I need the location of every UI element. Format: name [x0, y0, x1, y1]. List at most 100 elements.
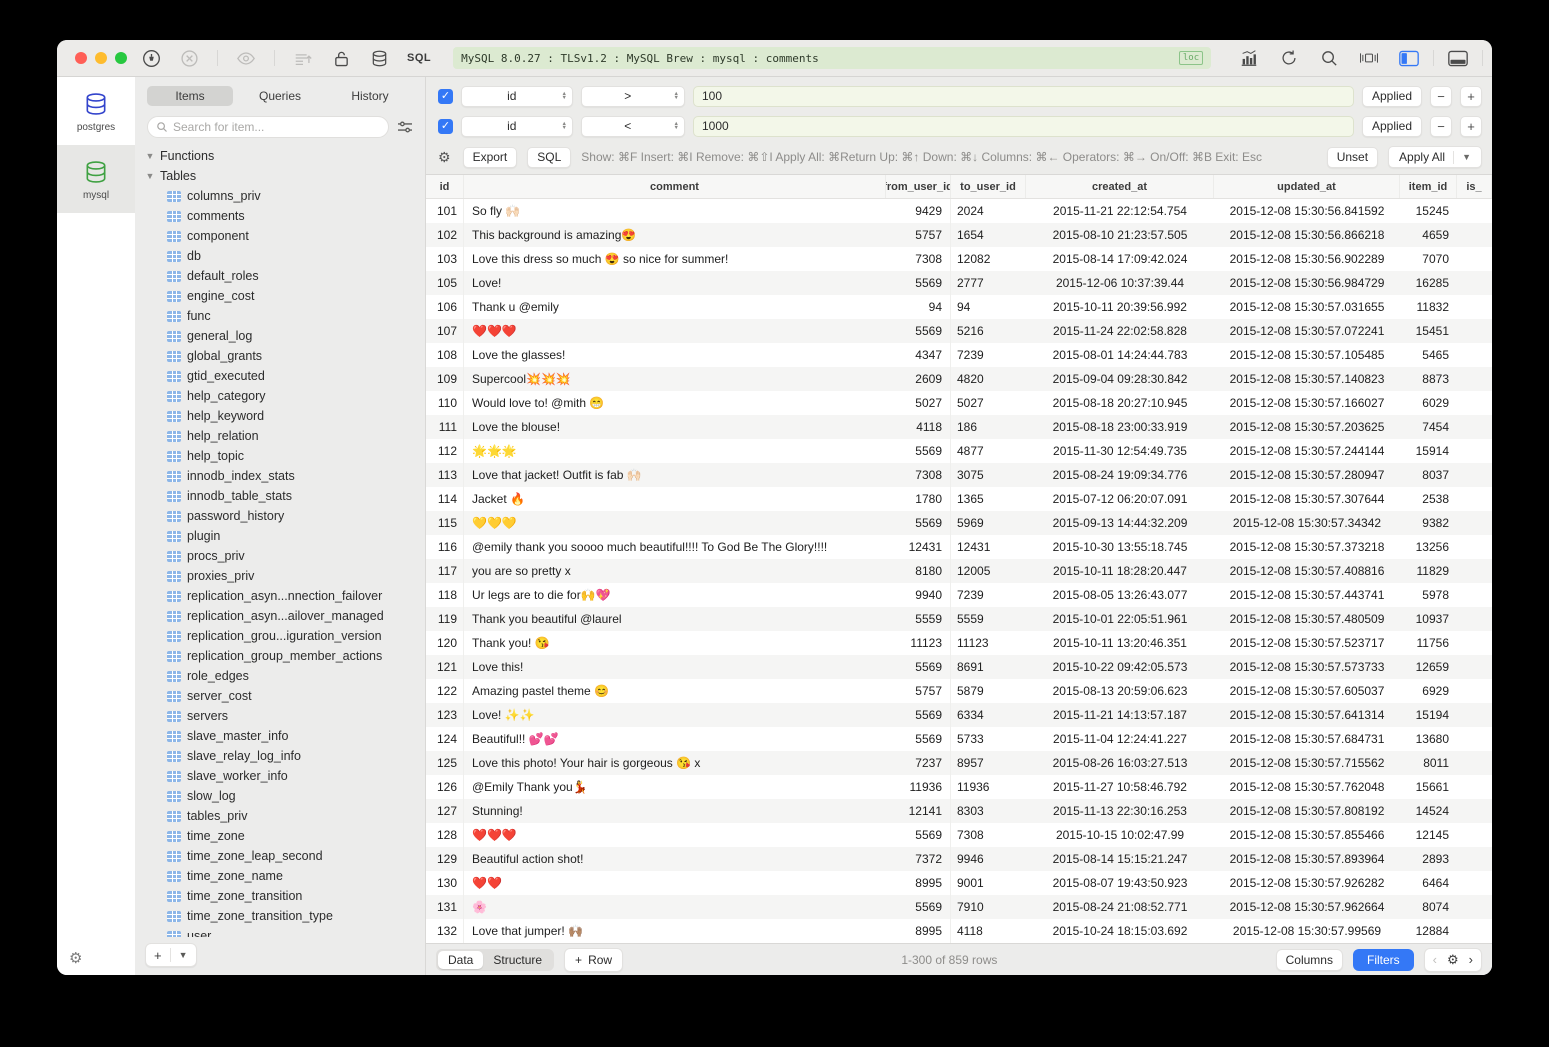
cell-created_at[interactable]: 2015-08-01 14:24:44.783	[1026, 343, 1214, 367]
sidebar-table-server_cost[interactable]: server_cost	[145, 686, 425, 706]
search-input[interactable]: Search for item...	[147, 116, 389, 138]
sidebar-table-default_roles[interactable]: default_roles	[145, 266, 425, 286]
sql-button[interactable]: SQL	[527, 147, 571, 168]
cell-created_at[interactable]: 2015-12-06 10:37:39.44	[1026, 271, 1214, 295]
cell-id[interactable]: 103	[426, 247, 464, 271]
cell-created_at[interactable]: 2015-11-27 10:58:46.792	[1026, 775, 1214, 799]
cell-updated_at[interactable]: 2015-12-08 15:30:57.523717	[1214, 631, 1400, 655]
cell-item_id[interactable]: 6464	[1400, 871, 1457, 895]
sidebar-table-time_zone[interactable]: time_zone	[145, 826, 425, 846]
cell-from_user_id[interactable]: 5569	[886, 703, 951, 727]
table-row[interactable]: 101So fly 🙌🏻942920242015-11-21 22:12:54.…	[426, 199, 1492, 223]
sidebar-table-replication_asyn...ailover_managed[interactable]: replication_asyn...ailover_managed	[145, 606, 425, 626]
cell-id[interactable]: 114	[426, 487, 464, 511]
cell-from_user_id[interactable]: 5569	[886, 823, 951, 847]
cell-is_[interactable]	[1457, 535, 1492, 559]
filter-checkbox[interactable]: ✓	[438, 119, 453, 134]
cell-comment[interactable]: Love this dress so much 😍 so nice for su…	[464, 247, 886, 271]
column-header-id[interactable]: id	[426, 175, 464, 198]
cell-item_id[interactable]: 12884	[1400, 919, 1457, 943]
cell-id[interactable]: 105	[426, 271, 464, 295]
cell-is_[interactable]	[1457, 655, 1492, 679]
sidebar-table-time_zone_leap_second[interactable]: time_zone_leap_second	[145, 846, 425, 866]
cell-updated_at[interactable]: 2015-12-08 15:30:56.984729	[1214, 271, 1400, 295]
cell-to_user_id[interactable]: 7239	[951, 343, 1026, 367]
table-row[interactable]: 112🌟🌟🌟556948772015-11-30 12:54:49.735201…	[426, 439, 1492, 463]
cell-to_user_id[interactable]: 8957	[951, 751, 1026, 775]
cell-item_id[interactable]: 5978	[1400, 583, 1457, 607]
cell-from_user_id[interactable]: 11936	[886, 775, 951, 799]
cell-created_at[interactable]: 2015-10-22 09:42:05.573	[1026, 655, 1214, 679]
table-row[interactable]: 107❤️❤️❤️556952162015-11-24 22:02:58.828…	[426, 319, 1492, 343]
cell-item_id[interactable]: 15661	[1400, 775, 1457, 799]
cell-created_at[interactable]: 2015-08-14 17:09:42.024	[1026, 247, 1214, 271]
cell-is_[interactable]	[1457, 703, 1492, 727]
cell-to_user_id[interactable]: 4877	[951, 439, 1026, 463]
column-header-item_id[interactable]: item_id	[1400, 175, 1457, 198]
cell-updated_at[interactable]: 2015-12-08 15:30:57.105485	[1214, 343, 1400, 367]
cell-to_user_id[interactable]: 11936	[951, 775, 1026, 799]
cell-from_user_id[interactable]: 5569	[886, 727, 951, 751]
cell-id[interactable]: 113	[426, 463, 464, 487]
cell-from_user_id[interactable]: 5757	[886, 223, 951, 247]
cell-is_[interactable]	[1457, 607, 1492, 631]
cell-created_at[interactable]: 2015-08-24 19:09:34.776	[1026, 463, 1214, 487]
cell-from_user_id[interactable]: 7372	[886, 847, 951, 871]
cell-from_user_id[interactable]: 7308	[886, 463, 951, 487]
cell-created_at[interactable]: 2015-10-11 13:20:46.351	[1026, 631, 1214, 655]
sidebar-table-proxies_priv[interactable]: proxies_priv	[145, 566, 425, 586]
cell-to_user_id[interactable]: 11123	[951, 631, 1026, 655]
cell-item_id[interactable]: 16285	[1400, 271, 1457, 295]
segment-structure[interactable]: Structure	[483, 951, 552, 969]
table-row[interactable]: 110Would love to! @mith 😁502750272015-08…	[426, 391, 1492, 415]
cell-item_id[interactable]: 9382	[1400, 511, 1457, 535]
cell-is_[interactable]	[1457, 199, 1492, 223]
table-row[interactable]: 109Supercool💥💥💥260948202015-09-04 09:28:…	[426, 367, 1492, 391]
cell-from_user_id[interactable]: 4347	[886, 343, 951, 367]
cell-to_user_id[interactable]: 9946	[951, 847, 1026, 871]
sidebar-table-role_edges[interactable]: role_edges	[145, 666, 425, 686]
close-window-button[interactable]	[75, 52, 87, 64]
add-row-button[interactable]: + Row	[564, 948, 623, 972]
cell-comment[interactable]: Love this!	[464, 655, 886, 679]
cell-id[interactable]: 109	[426, 367, 464, 391]
page-settings-gear-icon[interactable]: ⚙	[1447, 952, 1459, 968]
cell-updated_at[interactable]: 2015-12-08 15:30:57.641314	[1214, 703, 1400, 727]
cell-id[interactable]: 120	[426, 631, 464, 655]
refresh-icon[interactable]	[1279, 48, 1299, 68]
cell-comment[interactable]: you are so pretty x	[464, 559, 886, 583]
table-row[interactable]: 120Thank you! 😘11123111232015-10-11 13:2…	[426, 631, 1492, 655]
add-item-button[interactable]: + ▼	[145, 943, 197, 967]
cell-is_[interactable]	[1457, 487, 1492, 511]
cell-created_at[interactable]: 2015-08-14 15:15:21.247	[1026, 847, 1214, 871]
cell-id[interactable]: 131	[426, 895, 464, 919]
cell-to_user_id[interactable]: 4118	[951, 919, 1026, 943]
cell-to_user_id[interactable]: 12005	[951, 559, 1026, 583]
cell-id[interactable]: 123	[426, 703, 464, 727]
cell-comment[interactable]: Ur legs are to die for🙌💖	[464, 583, 886, 607]
table-row[interactable]: 121Love this!556986912015-10-22 09:42:05…	[426, 655, 1492, 679]
cell-created_at[interactable]: 2015-11-21 14:13:57.187	[1026, 703, 1214, 727]
table-row[interactable]: 129Beautiful action shot!737299462015-08…	[426, 847, 1492, 871]
sidebar-table-replication_group_member_actions[interactable]: replication_group_member_actions	[145, 646, 425, 666]
tree-group-tables[interactable]: ▼Tables	[145, 166, 425, 186]
cell-id[interactable]: 102	[426, 223, 464, 247]
cell-item_id[interactable]: 2893	[1400, 847, 1457, 871]
filter-operator-select[interactable]: <▲▼	[581, 116, 685, 137]
cell-from_user_id[interactable]: 12141	[886, 799, 951, 823]
cell-updated_at[interactable]: 2015-12-08 15:30:57.480509	[1214, 607, 1400, 631]
table-row[interactable]: 130❤️❤️899590012015-08-07 19:43:50.92320…	[426, 871, 1492, 895]
cell-from_user_id[interactable]: 2609	[886, 367, 951, 391]
cell-to_user_id[interactable]: 3075	[951, 463, 1026, 487]
cell-to_user_id[interactable]: 5027	[951, 391, 1026, 415]
sidebar-table-replication_asyn...nnection_failover[interactable]: replication_asyn...nnection_failover	[145, 586, 425, 606]
cell-created_at[interactable]: 2015-11-30 12:54:49.735	[1026, 439, 1214, 463]
cell-from_user_id[interactable]: 12431	[886, 535, 951, 559]
cell-comment[interactable]: Thank you! 😘	[464, 631, 886, 655]
cell-comment[interactable]: Supercool💥💥💥	[464, 367, 886, 391]
column-header-is_[interactable]: is_	[1457, 175, 1492, 198]
cell-comment[interactable]: @emily thank you soooo much beautiful!!!…	[464, 535, 886, 559]
cell-id[interactable]: 121	[426, 655, 464, 679]
cell-comment[interactable]: Thank you beautiful @laurel	[464, 607, 886, 631]
table-row[interactable]: 115💛💛💛556959692015-09-13 14:44:32.209201…	[426, 511, 1492, 535]
